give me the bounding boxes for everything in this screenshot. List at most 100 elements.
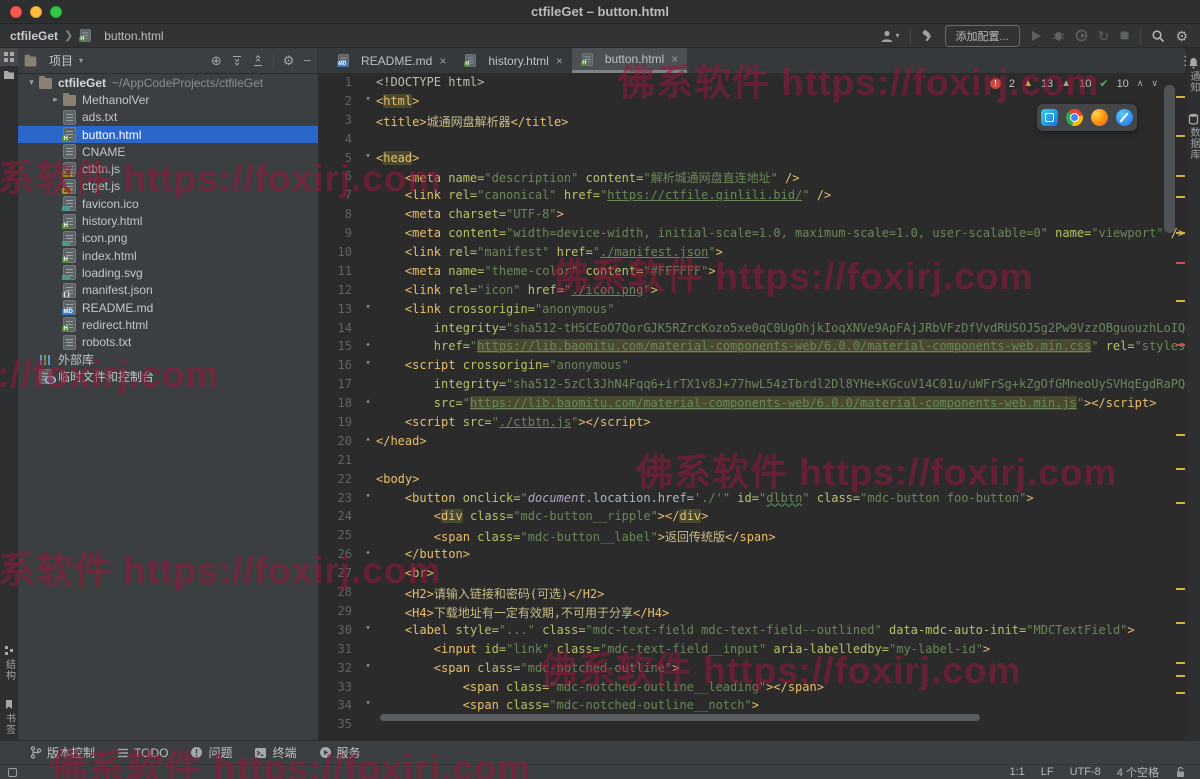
fold-marker-icon[interactable]: ▾ [360,302,376,321]
tool-window-button-版本控制[interactable]: 版本控制 [30,744,95,761]
warning-stripe-mark[interactable] [1176,622,1185,624]
minimize-window-button[interactable] [30,6,42,18]
prev-issue-icon[interactable]: ∧ [1137,78,1144,89]
tree-chevron-icon[interactable]: ▾ [24,77,39,88]
tree-item-CNAME[interactable]: CNAME [18,143,318,160]
warning-stripe-mark[interactable] [1176,175,1185,177]
tool-stripe-grid-button[interactable] [0,48,18,66]
locate-file-icon[interactable]: ⊕ [211,54,222,67]
tool-window-button-终端[interactable]: 终端 [254,744,296,761]
fold-marker-icon[interactable]: ▴ [360,339,376,358]
warning-stripe-mark[interactable] [1176,434,1185,436]
indent-setting[interactable]: 4 个空格 [1117,764,1159,779]
tree-item-ads.txt[interactable]: ads.txt [18,109,318,126]
tree-item-loading.svg[interactable]: loading.svg [18,264,318,281]
code-editor[interactable]: 1<!DOCTYPE html>2▾<html>3<title>城通网盘解析器<… [318,74,1186,740]
close-window-button[interactable] [10,6,22,18]
close-tab-icon[interactable]: × [671,52,678,66]
error-stripe-mark[interactable] [1176,344,1185,346]
warning-stripe-mark[interactable] [1176,675,1185,677]
profiler-icon[interactable] [1075,29,1088,42]
tab-README.md[interactable]: README.md× [328,48,455,73]
warning-stripe-mark[interactable] [1176,662,1185,664]
tree-item-favicon.ico[interactable]: favicon.ico [18,195,318,212]
fold-marker-icon[interactable]: ▾ [360,358,376,377]
zoom-window-button[interactable] [50,6,62,18]
error-stripe-mark[interactable] [1176,262,1185,264]
tree-item-button.html[interactable]: button.html [18,126,318,143]
tool-stripe-project-button[interactable] [0,66,18,83]
tree-item-manifest.json[interactable]: manifest.json [18,282,318,299]
warning-stripe-mark[interactable] [1176,232,1185,234]
expand-all-icon[interactable] [231,55,243,67]
firefox-browser-icon[interactable] [1091,109,1108,126]
stop-icon[interactable] [1119,30,1130,41]
warning-stripe-mark[interactable] [1176,300,1185,302]
chrome-browser-icon[interactable] [1066,109,1083,126]
tree-item-redirect.html[interactable]: redirect.html [18,316,318,333]
close-tab-icon[interactable]: × [556,54,563,68]
warning-stripe-mark[interactable] [1176,196,1185,198]
warning-stripe-mark[interactable] [1176,96,1185,98]
warning-stripe-mark[interactable] [1176,692,1185,694]
fold-marker-icon[interactable]: ▾ [360,151,376,170]
tool-stripe-bookmarks-button[interactable]: 书签 [0,696,18,738]
rerun-coverage-icon[interactable]: ↻ [1098,29,1110,43]
caret-position[interactable]: 1:1 [1010,766,1025,778]
close-tab-icon[interactable]: × [439,54,446,68]
unlock-icon[interactable] [1175,766,1186,778]
warning-stripe-mark[interactable] [1176,588,1185,590]
tool-window-button-问题[interactable]: 问题 [190,744,232,761]
tab-history.html[interactable]: history.html× [455,48,571,73]
fold-marker-icon[interactable]: ▾ [360,491,376,510]
fold-marker-icon[interactable]: ▴ [360,547,376,566]
tree-item-ctget.js[interactable]: ctget.js [18,178,318,195]
tree-item-MethanolVer[interactable]: ▸MethanolVer [18,91,318,108]
tree-item-index.html[interactable]: index.html [18,247,318,264]
tool-stripe-database-button[interactable]: 数据库 [1185,110,1200,163]
debug-icon[interactable] [1052,29,1065,42]
breadcrumb-file[interactable]: button.html [104,29,163,43]
tool-stripe-structure-button[interactable]: 结构 [0,642,18,684]
inspections-widget[interactable]: !2 ▲13 ▲10 ✔10 ∧ ∨ [990,77,1158,90]
builtin-preview-icon[interactable] [1041,109,1058,126]
tab-button.html[interactable]: button.html× [572,48,687,73]
chevron-down-icon[interactable]: ▾ [79,57,83,65]
tree-item-icon.png[interactable]: icon.png [18,230,318,247]
user-menu[interactable]: ▾ [880,29,900,43]
fold-marker-icon[interactable]: ▴ [360,396,376,415]
tree-item-README.md[interactable]: README.md [18,299,318,316]
vertical-scrollbar[interactable] [1164,85,1175,233]
search-everywhere-icon[interactable] [1151,29,1165,43]
file-encoding[interactable]: UTF-8 [1070,766,1101,778]
breadcrumb-project[interactable]: ctfileGet [10,29,58,43]
add-configuration-button[interactable]: 添加配置... [945,25,1020,47]
warning-stripe-mark[interactable] [1176,502,1185,504]
panel-settings-gear-icon[interactable]: ⚙ [283,54,295,67]
build-hammer-icon[interactable] [921,29,935,43]
tool-window-switcher-icon[interactable] [8,768,17,777]
tool-stripe-notifications-button[interactable]: 通知 [1185,54,1200,96]
fold-marker-icon[interactable]: ▴ [360,434,376,453]
run-icon[interactable] [1030,30,1042,42]
tree-item-临时文件和控制台[interactable]: 临时文件和控制台 [18,368,318,385]
project-panel-title[interactable]: 项目 [49,52,73,69]
fold-marker-icon[interactable]: ▾ [360,623,376,642]
settings-gear-icon[interactable]: ⚙ [1175,29,1188,43]
collapse-all-icon[interactable] [252,55,264,67]
next-issue-icon[interactable]: ∨ [1151,78,1158,89]
fold-marker-icon[interactable]: ▾ [360,661,376,680]
tree-item-ctfileGet[interactable]: ▾ctfileGet~/AppCodeProjects/ctfileGet [18,74,318,91]
horizontal-scrollbar[interactable] [380,714,980,721]
fold-marker-icon[interactable]: ▾ [360,94,376,113]
warning-stripe-mark[interactable] [1176,468,1185,470]
fold-marker-icon[interactable]: ▾ [360,698,376,717]
tree-item-外部库[interactable]: 外部库 [18,351,318,368]
tree-item-ctbtn.js[interactable]: ctbtn.js [18,160,318,177]
hide-panel-icon[interactable]: − [303,54,311,67]
safari-browser-icon[interactable] [1116,109,1133,126]
project-tree[interactable]: ▾ctfileGet~/AppCodeProjects/ctfileGet▸Me… [18,74,318,740]
line-ending[interactable]: LF [1041,766,1054,778]
tree-item-history.html[interactable]: history.html [18,212,318,229]
tool-window-button-服务[interactable]: 服务 [319,744,361,761]
